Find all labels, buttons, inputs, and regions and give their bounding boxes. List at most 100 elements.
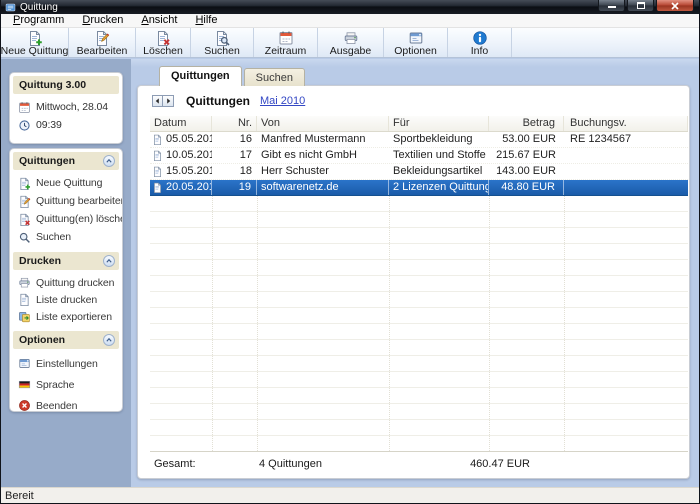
window-title: Quittung: [20, 2, 58, 13]
table-row[interactable]: 10.05.2010 17 Gibt es nicht GmbH Textili…: [150, 148, 688, 164]
collapse-button-drucken[interactable]: [103, 255, 115, 267]
column-header-von[interactable]: Von: [257, 116, 389, 131]
minimize-button[interactable]: [598, 0, 625, 12]
app-icon: [5, 2, 16, 13]
toolbar-edit-button[interactable]: Bearbeiten: [69, 28, 136, 57]
list-navigation: Quittungen Mai 2010: [152, 93, 305, 109]
calendar-icon: [278, 30, 294, 46]
next-month-button[interactable]: [163, 95, 174, 107]
period-link[interactable]: Mai 2010: [260, 95, 305, 107]
toolbar-delete-button[interactable]: Löschen: [136, 28, 191, 57]
sidebar-item-language[interactable]: Sprache: [13, 374, 119, 395]
printer-icon: [18, 276, 31, 289]
chevron-up-icon: [104, 335, 114, 345]
toolbar-new-receipt-button[interactable]: Neue Quittung: [1, 28, 69, 57]
document-icon: [152, 133, 163, 146]
table-row[interactable]: 05.05.2010 16 Manfred Mustermann Sportbe…: [150, 132, 688, 148]
sidebar-item-export-list[interactable]: Liste exportieren: [13, 308, 119, 325]
sidebar-item-settings[interactable]: Einstellungen: [13, 353, 119, 374]
options-window-icon: [408, 30, 424, 46]
chevron-up-icon: [104, 156, 114, 166]
toolbar-period-button[interactable]: Zeitraum: [254, 28, 318, 57]
chevron-up-icon: [104, 256, 114, 266]
current-time-row: 09:39: [13, 116, 119, 134]
sidebar-item-print-receipt[interactable]: Quittung drucken: [13, 274, 119, 291]
close-button[interactable]: [656, 0, 694, 12]
maximize-icon: [637, 2, 645, 9]
sidebar-item-print-list[interactable]: Liste drucken: [13, 291, 119, 308]
table-row-selected[interactable]: 20.05.2010 19 softwarenetz.de 2 Lizenzen…: [150, 180, 688, 196]
toolbar-options-button[interactable]: Optionen: [384, 28, 448, 57]
menu-programm[interactable]: Programm: [4, 14, 73, 27]
arrow-right-icon: [165, 97, 172, 105]
toolbar-info-button[interactable]: Info: [448, 28, 512, 57]
document-plus-icon: [27, 30, 43, 46]
receipt-list-panel: Quittungen Mai 2010 Datum Nr. Von Für Be…: [137, 85, 690, 479]
section-header-quittungen: Quittungen: [13, 152, 119, 170]
collapse-button-optionen[interactable]: [103, 334, 115, 346]
main-area: Quittungen Suchen Quittungen Mai 2010 Da…: [131, 59, 699, 487]
menu-hilfe[interactable]: Hilfe: [186, 14, 226, 27]
window-controls: [598, 0, 699, 12]
table-row[interactable]: 15.05.2010 18 Herr Schuster Bekleidungsa…: [150, 164, 688, 180]
toolbar-output-button[interactable]: Ausgabe: [318, 28, 384, 57]
app-version-label: Quittung 3.00: [19, 79, 86, 91]
app-info-panel: Quittung 3.00 Mittwoch, 28.04 09:39: [9, 72, 123, 144]
section-header-drucken: Drucken: [13, 252, 119, 270]
task-panel: Quittungen Neue Quittung Quittung bearbe…: [9, 148, 123, 412]
table-header: Datum Nr. Von Für Betrag Buchungsv.: [150, 116, 688, 132]
list-title: Quittungen: [186, 94, 250, 108]
document-icon: [152, 181, 163, 194]
column-header-datum[interactable]: Datum: [150, 116, 212, 131]
column-header-buchungsv[interactable]: Buchungsv.: [564, 116, 688, 131]
sidebar-item-new-receipt[interactable]: Neue Quittung: [13, 174, 119, 192]
clock-icon: [18, 119, 31, 132]
menubar: Programm Drucken Ansicht Hilfe: [1, 14, 699, 28]
table-footer: Gesamt: 4 Quittungen 460.47 EUR: [150, 451, 688, 475]
total-amount: 460.47 EUR: [470, 458, 530, 470]
column-header-fuer[interactable]: Für: [389, 116, 489, 131]
menu-drucken[interactable]: Drucken: [73, 14, 132, 27]
sidebar-item-quit[interactable]: Beenden: [13, 395, 119, 412]
current-time: 09:39: [36, 119, 62, 131]
column-header-betrag[interactable]: Betrag: [489, 116, 564, 131]
sidebar-item-delete-receipt[interactable]: Quittung(en) löschen: [13, 210, 119, 228]
current-date-row: Mittwoch, 28.04: [13, 98, 119, 116]
document-icon: [18, 293, 31, 306]
tab-bar: Quittungen Suchen: [159, 66, 305, 86]
tab-suchen[interactable]: Suchen: [244, 68, 305, 86]
arrow-left-icon: [154, 97, 161, 105]
receipt-table: Datum Nr. Von Für Betrag Buchungsv. 05.0…: [150, 116, 688, 475]
empty-rows-area: [150, 196, 688, 451]
close-icon: [670, 1, 680, 11]
sidebar-item-search[interactable]: Suchen: [13, 228, 119, 246]
column-header-nr[interactable]: Nr.: [212, 116, 257, 131]
status-text: Bereit: [5, 490, 34, 502]
info-icon: [472, 30, 488, 46]
collapse-button-quittungen[interactable]: [103, 155, 115, 167]
minimize-icon: [608, 6, 616, 8]
tab-quittungen[interactable]: Quittungen: [159, 66, 242, 86]
document-icon: [152, 149, 163, 162]
titlebar: Quittung: [1, 0, 699, 14]
document-plus-icon: [18, 177, 31, 190]
search-icon: [18, 231, 31, 244]
menu-ansicht[interactable]: Ansicht: [132, 14, 186, 27]
printer-icon: [343, 30, 359, 46]
export-icon: [18, 310, 31, 323]
calendar-icon: [18, 101, 31, 114]
toolbar-search-button[interactable]: Suchen: [191, 28, 254, 57]
app-version-header: Quittung 3.00: [13, 76, 119, 94]
total-label: Gesamt:: [154, 458, 196, 470]
previous-month-button[interactable]: [152, 95, 163, 107]
toolbar: Neue Quittung Bearbeiten Löschen Suchen …: [1, 28, 699, 58]
sidebar-item-edit-receipt[interactable]: Quittung bearbeiten: [13, 192, 119, 210]
app-window: Quittung Programm Drucken Ansicht Hilfe …: [0, 0, 700, 504]
section-header-optionen: Optionen: [13, 331, 119, 349]
document-delete-icon: [18, 213, 31, 226]
document-search-icon: [214, 30, 230, 46]
statusbar: Bereit: [1, 487, 699, 503]
maximize-button[interactable]: [627, 0, 654, 12]
document-delete-icon: [155, 30, 171, 46]
document-icon: [152, 165, 163, 178]
